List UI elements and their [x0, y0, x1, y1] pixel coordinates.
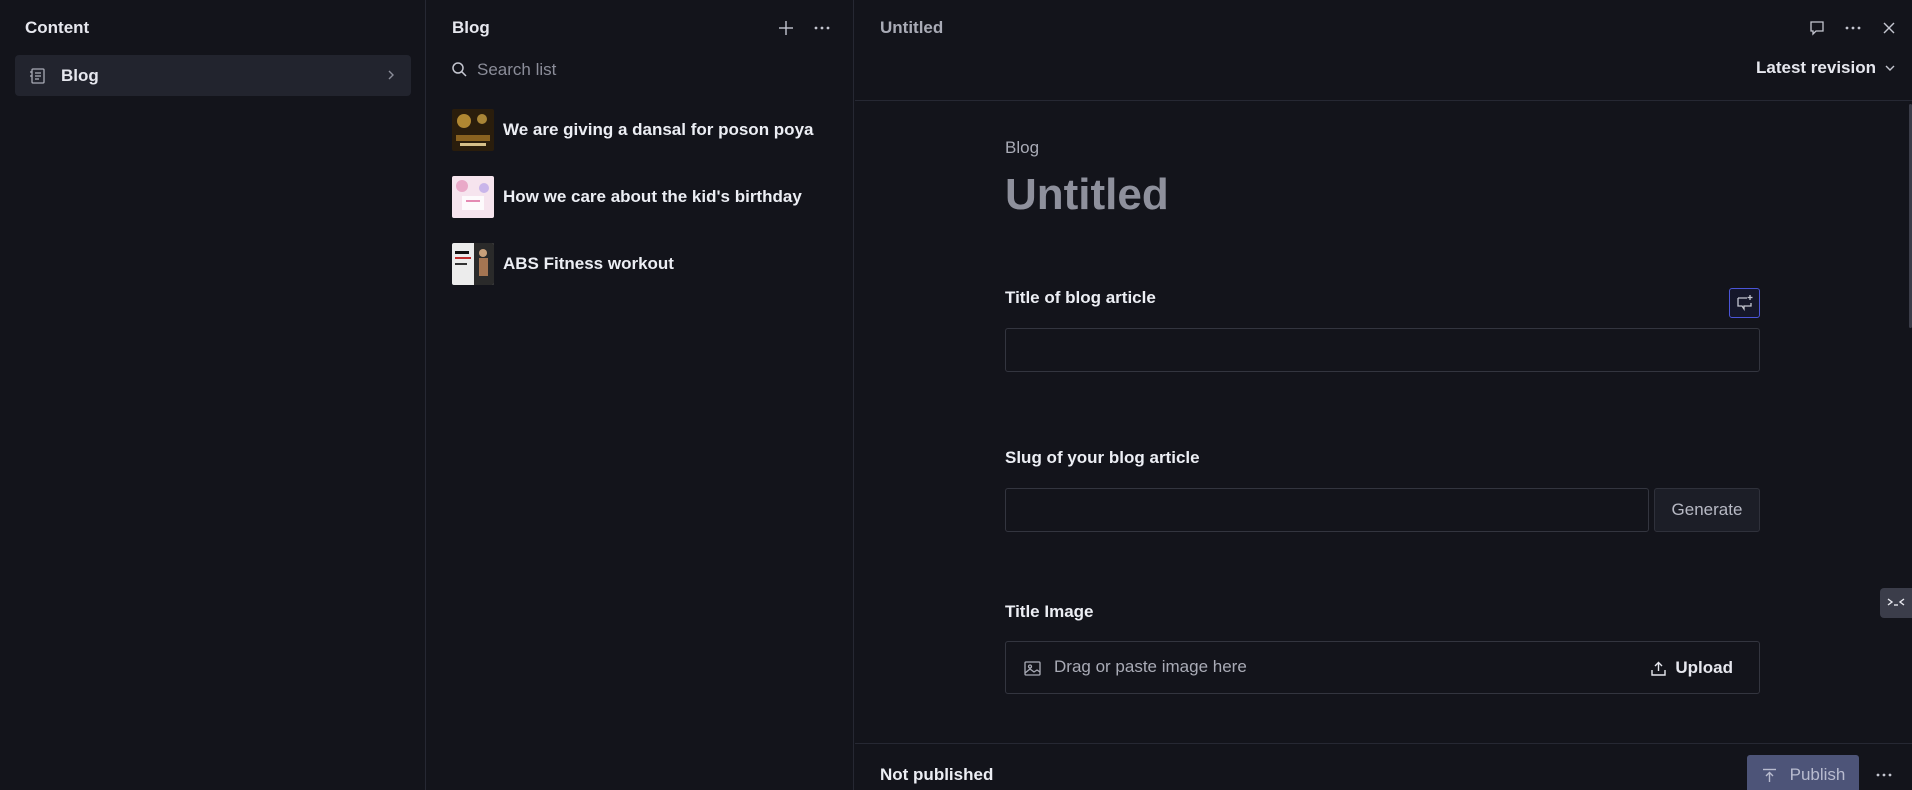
close-icon	[1883, 22, 1895, 34]
editor-header-divider	[855, 100, 1912, 101]
ellipsis-icon	[1845, 26, 1861, 30]
revision-selector[interactable]: Latest revision	[1756, 58, 1896, 78]
image-icon	[1024, 661, 1041, 676]
comment-icon	[1810, 21, 1824, 36]
revision-label: Latest revision	[1756, 58, 1876, 77]
list-pane-title: Blog	[452, 18, 490, 37]
chevron-right-icon	[388, 70, 394, 80]
title-input[interactable]	[1005, 328, 1760, 372]
search-bar	[449, 58, 829, 82]
document-title: Untitled	[1005, 170, 1169, 219]
chevron-down-icon	[1885, 65, 1895, 71]
code-icon	[1887, 598, 1905, 606]
vision-toggle-button[interactable]	[1880, 588, 1912, 618]
document-type-label: Blog	[1005, 138, 1040, 157]
list-item-title: We are giving a dansal for poson poya	[503, 120, 814, 139]
close-pane-button[interactable]	[1878, 17, 1900, 39]
image-dropzone[interactable]: Drag or paste image here Upload	[1005, 641, 1760, 694]
title-image-field-label: Title Image	[1005, 602, 1094, 621]
slug-field-label: Slug of your blog article	[1005, 448, 1200, 467]
create-document-button[interactable]	[775, 17, 797, 39]
document-list-icon	[30, 68, 45, 84]
add-comment-button[interactable]	[1729, 288, 1760, 318]
list-item-title: ABS Fitness workout	[503, 254, 674, 273]
footer-menu-button[interactable]	[1873, 764, 1895, 786]
search-icon	[452, 62, 467, 77]
list-item-thumbnail	[452, 243, 494, 285]
list-item[interactable]: We are giving a dansal for poson poya	[427, 101, 853, 161]
slug-input[interactable]	[1005, 488, 1649, 532]
list-item[interactable]: How we care about the kid's birthday	[427, 168, 853, 228]
document-list-pane: Blog Search list We are giving a dansal …	[427, 0, 854, 790]
upload-button[interactable]: Upload	[1636, 650, 1747, 686]
document-editor-pane: Untitled Latest revision Blog Untitled T…	[855, 0, 1912, 790]
search-input[interactable]	[477, 58, 817, 82]
title-field-label: Title of blog article	[1005, 288, 1156, 307]
publish-status: Not published	[880, 765, 994, 784]
generate-slug-button[interactable]: Generate	[1654, 488, 1760, 532]
list-item-thumbnail	[452, 176, 494, 218]
list-item-thumbnail	[452, 109, 494, 151]
upload-icon	[1651, 661, 1667, 676]
list-item-title: How we care about the kid's birthday	[503, 187, 802, 206]
list-item[interactable]: ABS Fitness workout	[427, 235, 853, 295]
comment-add-icon	[1736, 295, 1752, 312]
upload-label: Upload	[1675, 658, 1733, 677]
ellipsis-icon	[814, 26, 830, 30]
studio-app: Content Blog Blog Search list We are giv…	[0, 0, 1912, 790]
plus-icon	[779, 21, 793, 35]
nav-item-blog[interactable]: Blog	[15, 55, 411, 96]
publish-label: Publish	[1789, 765, 1846, 784]
document-menu-button[interactable]	[1842, 17, 1864, 39]
nav-item-label: Blog	[61, 66, 99, 85]
list-menu-button[interactable]	[811, 17, 833, 39]
content-pane-title: Content	[25, 18, 90, 37]
ellipsis-icon	[1876, 773, 1892, 777]
comments-button[interactable]	[1806, 17, 1828, 39]
dropzone-text: Drag or paste image here	[1054, 657, 1247, 676]
content-pane: Content Blog	[0, 0, 426, 790]
publish-button[interactable]: Publish	[1747, 755, 1859, 790]
document-footer: Not published Publish	[855, 743, 1912, 790]
editor-tab-title: Untitled	[880, 18, 944, 37]
publish-icon	[1762, 768, 1776, 782]
